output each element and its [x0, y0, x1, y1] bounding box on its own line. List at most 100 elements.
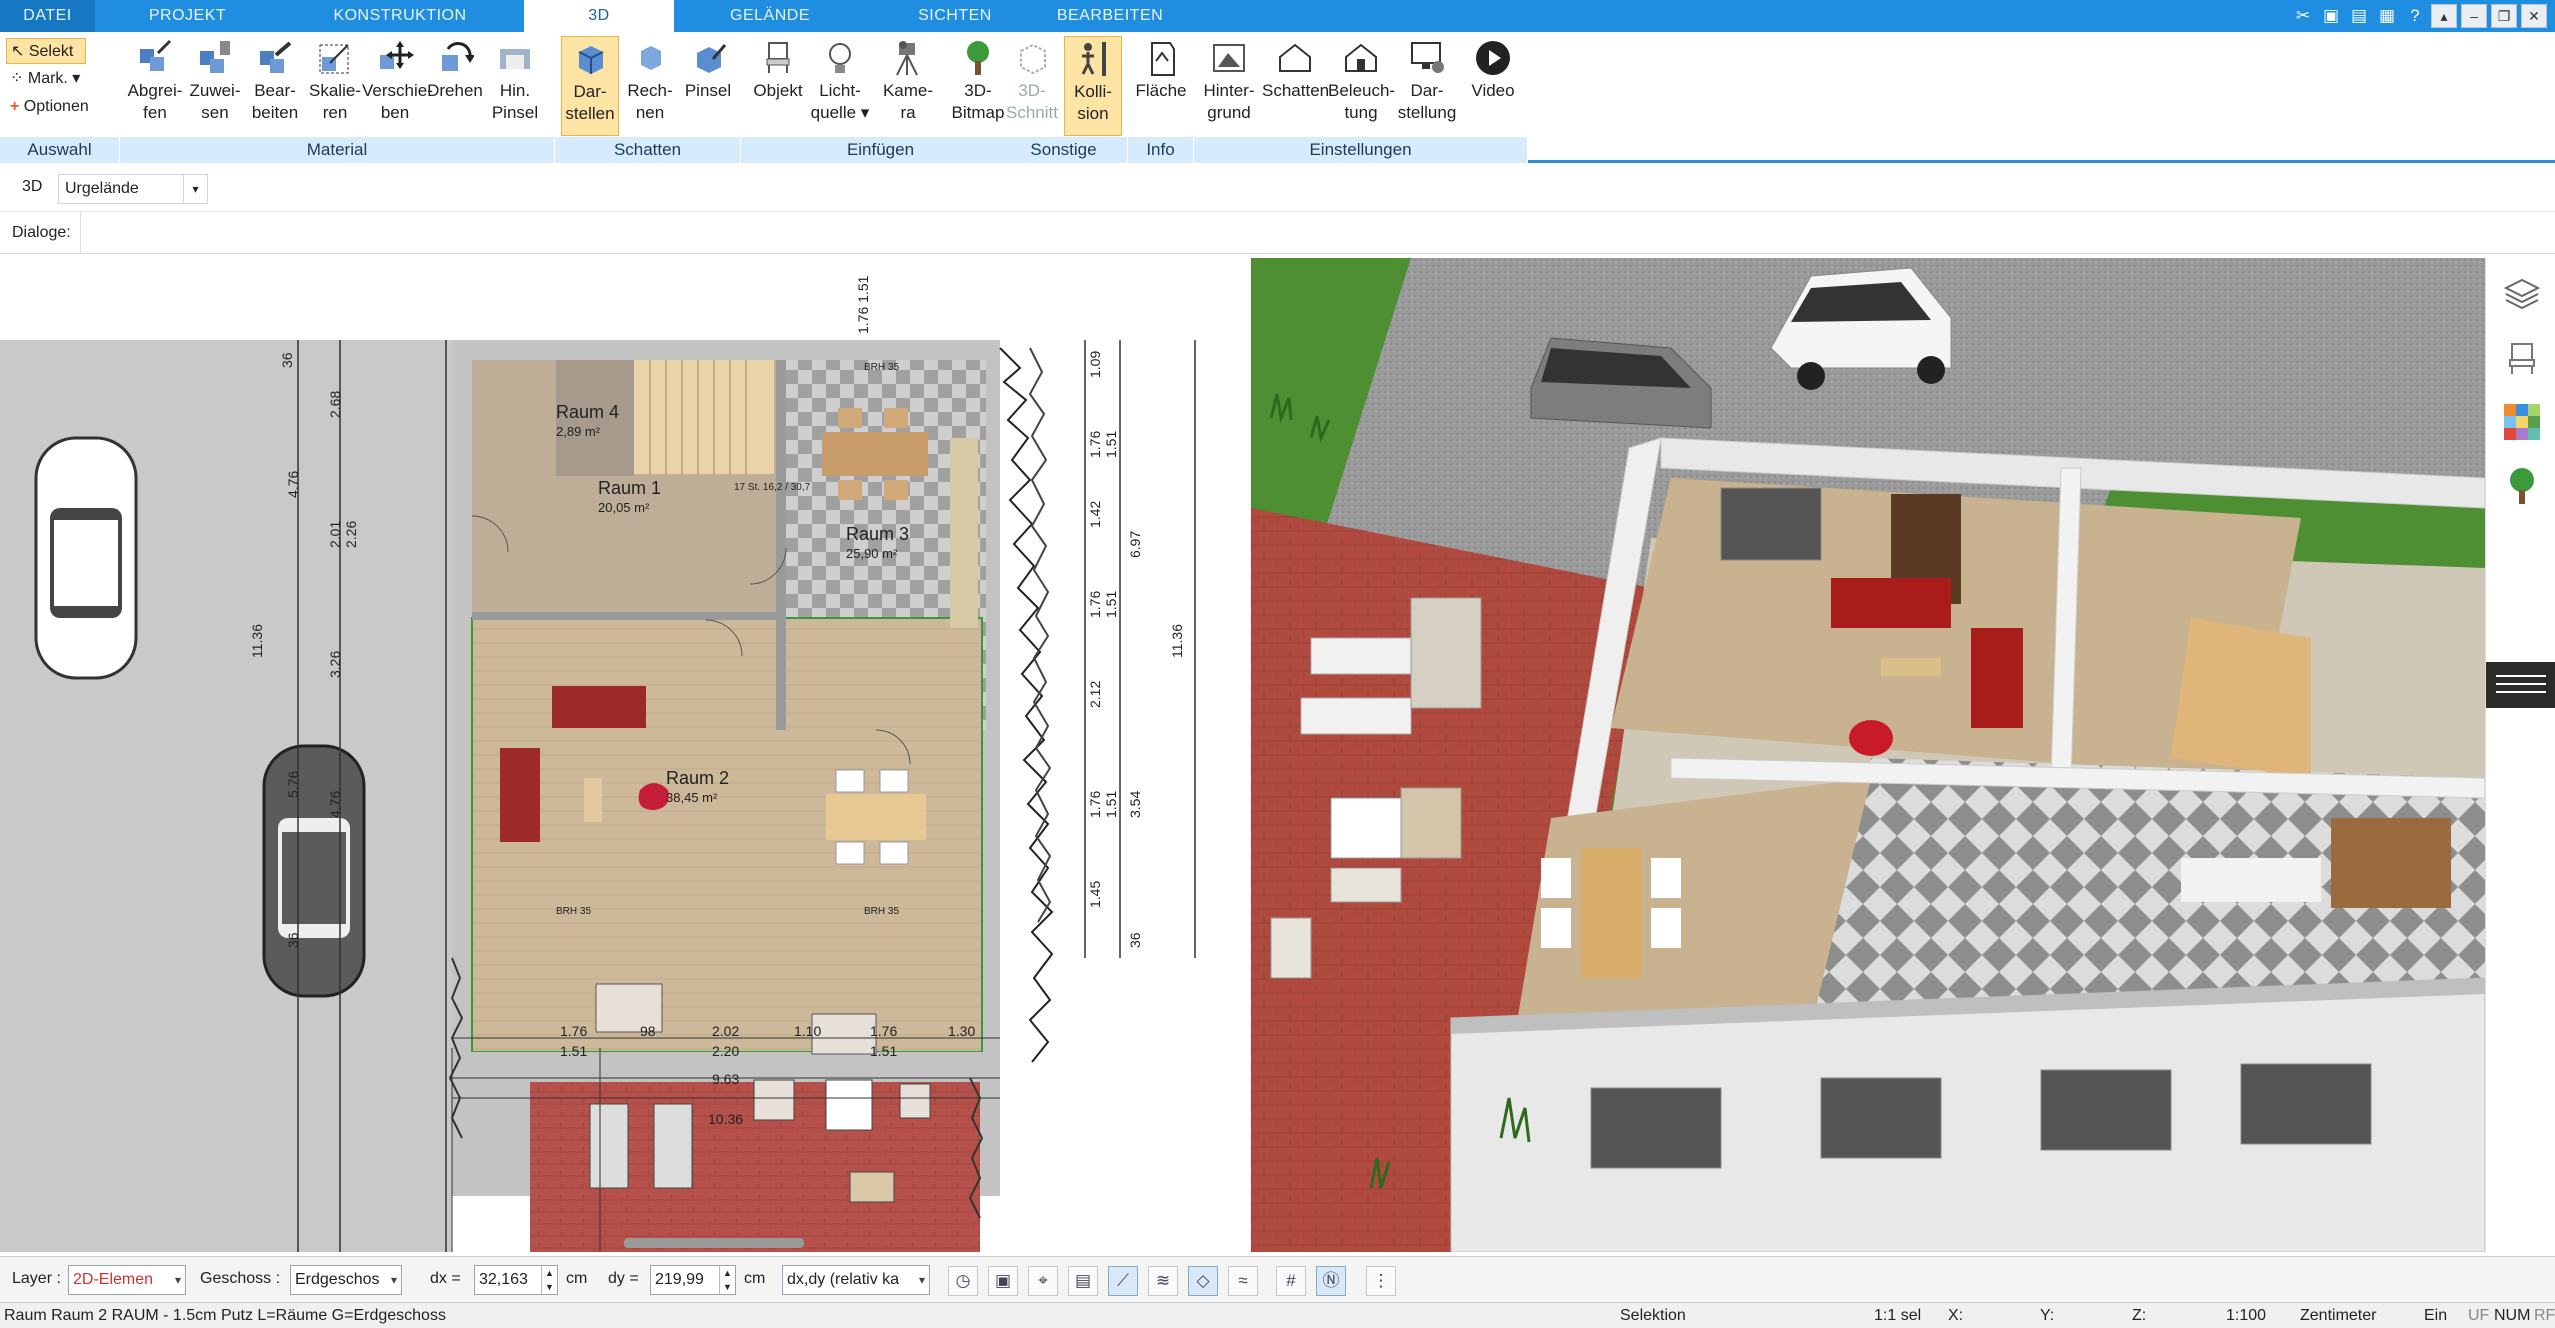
brush-icon [495, 38, 535, 78]
roof-icon[interactable]: ≈ [1228, 1266, 1258, 1296]
layer-select[interactable]: 2D-Elemen ▾ [68, 1265, 186, 1295]
bearbeiten-button[interactable]: Bear-beiten [242, 36, 308, 136]
room-4-area: 2,89 m² [556, 424, 601, 439]
more-icon[interactable]: ⋮ [1366, 1266, 1396, 1296]
beleuchtung-label-2: tung [1344, 103, 1378, 122]
tree-icon[interactable] [2502, 466, 2542, 506]
selekt-button[interactable]: ↖ Selekt [6, 38, 86, 64]
pipette-icon [135, 38, 175, 78]
status-scale: 1:100 [2226, 1307, 2267, 1324]
tools-icon[interactable]: ✂ [2291, 4, 2315, 28]
status-uf: UF [2468, 1307, 2490, 1324]
dy-spinner-icon[interactable]: ▲ ▼ [719, 1266, 735, 1294]
beleuchtung-button[interactable]: Beleuch-tung [1328, 36, 1395, 136]
dim-bottom-9: 1.30 [948, 1023, 975, 1039]
lichtquelle-button[interactable]: Licht-quelle ▾ [807, 36, 873, 136]
wall-icon[interactable]: ⟋ [1108, 1266, 1138, 1296]
group-schatten: Dar-stellen Rech-nen Pinsel Schatten [555, 32, 741, 163]
close-icon[interactable]: ✕ [2521, 4, 2547, 28]
ribbon-collapse-icon[interactable]: ▴ [2431, 4, 2457, 28]
group-einfuegen: Objekt Licht-quelle ▾ Kame-ra 3D- Bitmap … [741, 32, 1021, 163]
kamera-label-1: Kame- [882, 81, 934, 100]
tab-datei[interactable]: DATEI [0, 0, 95, 32]
material-palette-icon[interactable] [2502, 402, 2542, 442]
geschoss-select[interactable]: Erdgeschos ▾ [290, 1265, 402, 1295]
monitor-icon[interactable]: ▣ [988, 1266, 1018, 1296]
scale-icon [315, 38, 355, 78]
objekt-button[interactable]: Objekt [745, 36, 811, 136]
dy-input[interactable]: 219,99 ▲ ▼ [650, 1265, 736, 1295]
tab-sichten[interactable]: SICHTEN [880, 0, 1030, 32]
chair-icon[interactable] [2502, 338, 2542, 378]
mark-button[interactable]: ⁘ Mark. ▾ [6, 66, 86, 92]
hin-pinsel-label-2: Pinsel [491, 103, 539, 122]
hintergrund-button[interactable]: Hinter-grund [1196, 36, 1262, 136]
drehen-button[interactable]: Drehen [422, 36, 488, 136]
layers-icon[interactable] [2502, 274, 2542, 314]
group-material: Abgrei-fen Zuwei-sen Bear-beiten Skalie-… [120, 32, 555, 163]
stair-label: 17 St. 16,2 / 30,7 [734, 482, 811, 493]
folder-icon[interactable]: ▣ [2319, 4, 2343, 28]
group-auswahl: ↖ Selekt ⁘ Mark. ▾ + Optionen Auswahl [0, 32, 120, 163]
terrain-row: 3D Urgelände ▾ [0, 166, 2555, 212]
sofa [552, 686, 646, 728]
floorplan-2d-view[interactable]: 36 2.68 4.76 2.01 2.26 3.26 4.76 5.76 36… [0, 258, 1250, 1252]
wave-icon[interactable]: ≋ [1148, 1266, 1178, 1296]
status-text: Raum Raum 2 RAUM - 1.5cm Putz L=Räume G=… [4, 1307, 446, 1324]
grid-icon[interactable]: # [1276, 1266, 1306, 1296]
verschieben-button[interactable]: Verschie-ben [362, 36, 433, 136]
minimize-icon[interactable]: – [2461, 4, 2487, 28]
darstellen-button[interactable]: Dar-stellen [561, 36, 619, 136]
camera-icon[interactable]: ⌖ [1028, 1266, 1058, 1296]
move-icon [375, 38, 415, 78]
plan-hscroll-thumb[interactable] [624, 1238, 804, 1248]
kamera-button[interactable]: Kame-ra [875, 36, 941, 136]
group-title-info: Info [1128, 137, 1194, 163]
chevron-down-icon[interactable]: ▾ [391, 1266, 397, 1294]
darstellung-label-1: Dar- [1410, 81, 1444, 100]
restore-icon[interactable]: ❐ [2491, 4, 2517, 28]
ribbon: ↖ Selekt ⁘ Mark. ▾ + Optionen Auswahl Ab… [0, 32, 2555, 163]
flaeche-button[interactable]: Fläche [1130, 36, 1192, 136]
video-button[interactable]: Video [1460, 36, 1526, 136]
tab-gelaende[interactable]: GELÄNDE [690, 0, 850, 32]
coordinate-mode-select[interactable]: dx,dy (relativ ka ▾ [782, 1265, 930, 1295]
schatten-pinsel-button[interactable]: Pinsel [679, 36, 737, 136]
dim-right-8: 2.12 [1087, 681, 1103, 708]
zuweisen-button[interactable]: Zuwei-sen [182, 36, 248, 136]
chevron-down-icon[interactable]: ▾ [919, 1266, 925, 1294]
render-icon[interactable]: ▤ [1068, 1266, 1098, 1296]
rechnen-button[interactable]: Rech-nen [621, 36, 679, 136]
chevron-down-icon[interactable]: ▾ [175, 1266, 181, 1294]
dx-spinner-icon[interactable]: ▲ ▼ [541, 1266, 557, 1294]
kollision-button[interactable]: Kolli-sion [1064, 36, 1122, 136]
hin-pinsel-button[interactable]: Hin. Pinsel [482, 36, 548, 136]
tree-icon [958, 38, 998, 78]
skalieren-button[interactable]: Skalie-ren [302, 36, 368, 136]
tab-konstruktion[interactable]: KONSTRUKTION [300, 0, 500, 32]
help-icon[interactable]: ? [2403, 4, 2427, 28]
selekt-label: Selekt [28, 43, 74, 60]
floor-icon[interactable]: ◇ [1188, 1266, 1218, 1296]
chevron-down-icon[interactable]: ▾ [183, 175, 207, 203]
dim-bottom-10: 9.63 [712, 1071, 739, 1087]
terrain-select[interactable]: Urgelände ▾ [58, 174, 208, 204]
optionen-label: Optionen [23, 98, 89, 115]
tab-bearbeiten[interactable]: BEARBEITEN [1040, 0, 1180, 32]
menu-icon[interactable] [2486, 662, 2555, 708]
einst-schatten-button[interactable]: Schatten [1262, 36, 1329, 136]
dx-input[interactable]: 32,163 ▲ ▼ [474, 1265, 558, 1295]
3d-schnitt-button[interactable]: 3D- Schnitt [1002, 36, 1062, 136]
darstellung-button[interactable]: Dar-stellung [1394, 36, 1460, 136]
abgreifen-button[interactable]: Abgrei-fen [122, 36, 188, 136]
optionen-button[interactable]: + Optionen [6, 94, 95, 120]
tab-3d[interactable]: 3D [524, 0, 674, 34]
3d-view[interactable] [1251, 258, 2485, 1252]
print-icon[interactable]: ▦ [2375, 4, 2399, 28]
room-3-area: 25,90 m² [846, 546, 898, 561]
tab-projekt[interactable]: PROJEKT [110, 0, 265, 32]
north-icon[interactable]: Ⓝ [1316, 1266, 1346, 1296]
clock-icon[interactable]: ◷ [948, 1266, 978, 1296]
save-icon[interactable]: ▤ [2347, 4, 2371, 28]
drehen-label: Drehen [427, 81, 483, 100]
